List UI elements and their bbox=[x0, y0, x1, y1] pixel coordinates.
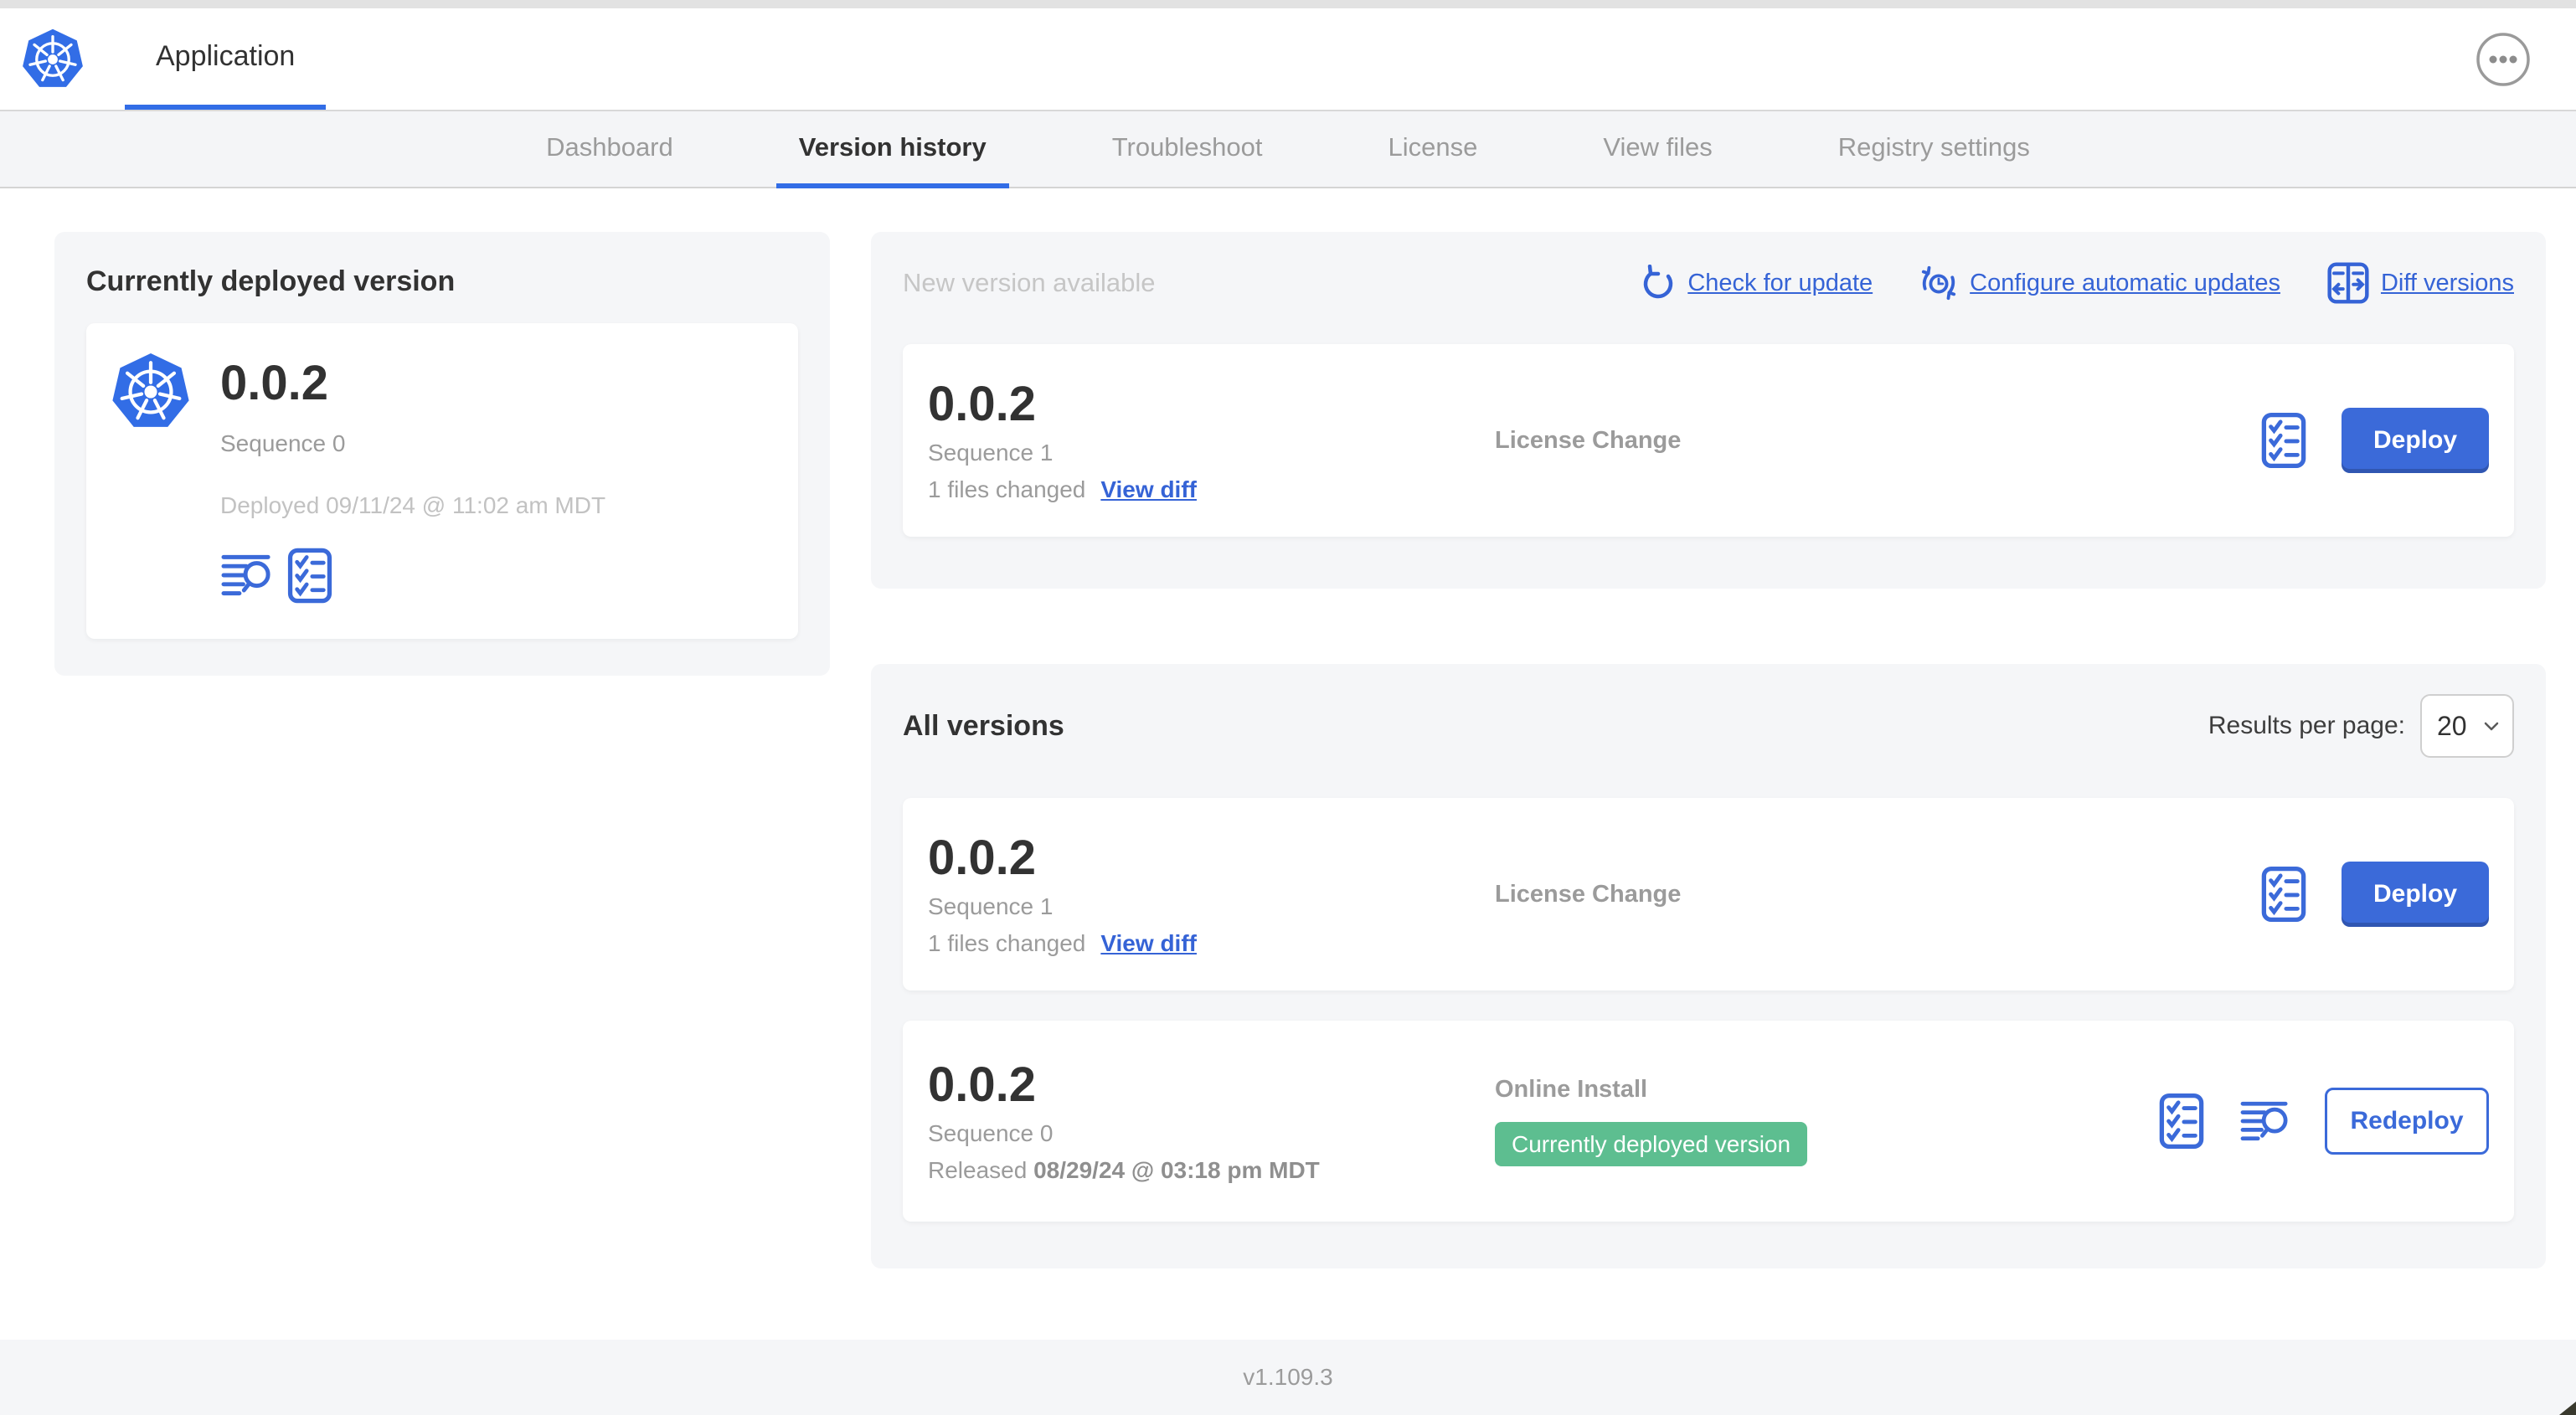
tab-registry-settings[interactable]: Registry settings bbox=[1816, 111, 2053, 188]
preflight-checks-icon-button[interactable] bbox=[2261, 412, 2306, 469]
deployed-icon-row bbox=[220, 548, 605, 604]
released-timestamp: Released 08/29/24 @ 03:18 pm MDT bbox=[928, 1157, 1495, 1184]
right-column: New version available Check for update C… bbox=[871, 232, 2546, 1268]
diff-versions-link[interactable]: Diff versions bbox=[2327, 262, 2514, 304]
view-diff-link[interactable]: View diff bbox=[1100, 930, 1197, 957]
main-content: Currently deployed version 0.0.2 Sequenc… bbox=[0, 188, 2576, 1340]
version-source: License Change bbox=[1495, 880, 1682, 908]
app-footer: v1.109.3 bbox=[0, 1340, 2576, 1415]
admin-console-version: v1.109.3 bbox=[1243, 1364, 1333, 1390]
tab-dashboard[interactable]: Dashboard bbox=[523, 111, 696, 188]
logs-icon-button[interactable] bbox=[2239, 1099, 2290, 1143]
version-source: Online Install Currently deployed versio… bbox=[1495, 1076, 2159, 1167]
version-info: 0.0.2 Sequence 1 1 files changed View di… bbox=[928, 831, 1495, 957]
version-actions: Deploy bbox=[2261, 408, 2489, 473]
logs-icon-button[interactable] bbox=[220, 553, 272, 598]
deployed-panel-title: Currently deployed version bbox=[86, 265, 456, 297]
deployed-version-card: 0.0.2 Sequence 0 Deployed 09/11/24 @ 11:… bbox=[86, 323, 798, 639]
files-changed-label: 1 files changed bbox=[928, 476, 1086, 502]
tab-troubleshoot[interactable]: Troubleshoot bbox=[1090, 111, 1285, 188]
mouse-cursor-artifact bbox=[2559, 1402, 2576, 1415]
currently-deployed-panel: Currently deployed version 0.0.2 Sequenc… bbox=[54, 232, 830, 676]
version-info: 0.0.2 Sequence 1 1 files changed View di… bbox=[928, 378, 1495, 503]
results-per-page-select[interactable]: 20 bbox=[2420, 694, 2514, 758]
diff-icon bbox=[2327, 262, 2369, 304]
preflight-checks-icon-button[interactable] bbox=[2159, 1093, 2204, 1150]
all-versions-panel: All versions Results per page: 20 0.0.2 … bbox=[871, 664, 2546, 1268]
version-actions: Deploy bbox=[2261, 862, 2489, 927]
version-row: 0.0.2 Sequence 0 Released 08/29/24 @ 03:… bbox=[903, 1021, 2514, 1222]
results-per-page-value: 20 bbox=[2437, 710, 2467, 741]
released-date: 08/29/24 @ 03:18 pm MDT bbox=[1033, 1156, 1320, 1183]
refresh-icon bbox=[1639, 265, 1676, 301]
app-tab-label: Application bbox=[156, 40, 296, 72]
kubernetes-logo-icon bbox=[22, 28, 84, 91]
results-per-page-label: Results per page: bbox=[2208, 712, 2405, 739]
version-info: 0.0.2 Sequence 0 Released 08/29/24 @ 03:… bbox=[928, 1058, 1495, 1184]
version-number: 0.0.2 bbox=[928, 1057, 1036, 1113]
update-actions: Check for update Configure automatic upd… bbox=[1639, 262, 2514, 304]
released-prefix: Released bbox=[928, 1156, 1028, 1183]
tab-license[interactable]: License bbox=[1366, 111, 1501, 188]
tab-view-files[interactable]: View files bbox=[1580, 111, 1734, 188]
redeploy-button[interactable]: Redeploy bbox=[2325, 1088, 2489, 1155]
deployed-version-number: 0.0.2 bbox=[220, 356, 328, 410]
tab-version-history[interactable]: Version history bbox=[775, 111, 1009, 188]
version-sequence: Sequence 0 bbox=[928, 1119, 1054, 1146]
new-version-title: New version available bbox=[903, 268, 1156, 297]
kubernetes-logo-icon bbox=[111, 352, 190, 432]
logs-icon bbox=[2239, 1099, 2290, 1143]
version-row: 0.0.2 Sequence 1 1 files changed View di… bbox=[903, 798, 2514, 990]
check-for-update-link[interactable]: Check for update bbox=[1639, 265, 1873, 301]
results-per-page: Results per page: 20 bbox=[2208, 694, 2514, 758]
files-changed-row: 1 files changed View diff bbox=[928, 930, 1495, 957]
app-tab[interactable]: Application bbox=[125, 8, 327, 110]
version-actions: Redeploy bbox=[2159, 1088, 2489, 1155]
preflight-checks-icon-button[interactable] bbox=[287, 548, 332, 604]
version-source: License Change bbox=[1495, 426, 1682, 454]
configure-automatic-updates-link[interactable]: Configure automatic updates bbox=[1919, 264, 2280, 302]
preflight-checks-icon bbox=[287, 548, 332, 604]
app-header: Application bbox=[0, 8, 2576, 111]
top-strip bbox=[0, 0, 2576, 8]
files-changed-row: 1 files changed View diff bbox=[928, 476, 1495, 503]
all-versions-title: All versions bbox=[903, 709, 1064, 742]
preflight-checks-icon bbox=[2261, 866, 2306, 923]
logs-icon bbox=[220, 553, 272, 598]
deployed-version-info: 0.0.2 Sequence 0 Deployed 09/11/24 @ 11:… bbox=[220, 352, 605, 604]
auto-update-clock-icon bbox=[1919, 264, 1958, 302]
all-versions-header: All versions Results per page: 20 bbox=[903, 694, 2514, 758]
view-diff-link[interactable]: View diff bbox=[1100, 476, 1197, 503]
new-version-panel-header: New version available Check for update C… bbox=[903, 262, 2514, 304]
version-number: 0.0.2 bbox=[928, 377, 1036, 432]
diff-versions-label: Diff versions bbox=[2380, 269, 2514, 296]
sub-nav: Dashboard Version history Troubleshoot L… bbox=[0, 111, 2576, 188]
currently-deployed-badge: Currently deployed version bbox=[1495, 1121, 1808, 1167]
version-sequence: Sequence 1 bbox=[928, 893, 1054, 919]
check-for-update-label: Check for update bbox=[1687, 269, 1873, 296]
chevron-down-icon bbox=[2484, 722, 2499, 731]
source-stack: Online Install Currently deployed versio… bbox=[1495, 1076, 2159, 1167]
configure-automatic-updates-label: Configure automatic updates bbox=[1970, 269, 2280, 296]
version-number: 0.0.2 bbox=[928, 831, 1036, 886]
deploy-button[interactable]: Deploy bbox=[2342, 408, 2489, 473]
page-root: Application Dashboard Version history Tr… bbox=[0, 0, 2576, 1415]
files-changed-label: 1 files changed bbox=[928, 929, 1086, 956]
deploy-button[interactable]: Deploy bbox=[2342, 862, 2489, 927]
preflight-checks-icon bbox=[2261, 412, 2306, 469]
new-version-card: 0.0.2 Sequence 1 1 files changed View di… bbox=[903, 344, 2514, 537]
preflight-checks-icon bbox=[2159, 1093, 2204, 1150]
preflight-checks-icon-button[interactable] bbox=[2261, 866, 2306, 923]
ellipsis-icon bbox=[2476, 32, 2531, 87]
ellipsis-menu-button[interactable] bbox=[2476, 32, 2531, 87]
new-version-panel: New version available Check for update C… bbox=[871, 232, 2546, 589]
deployed-sequence: Sequence 0 bbox=[220, 430, 346, 456]
deployed-timestamp: Deployed 09/11/24 @ 11:02 am MDT bbox=[220, 491, 606, 518]
version-sequence: Sequence 1 bbox=[928, 439, 1054, 466]
source-label: Online Install bbox=[1495, 1075, 1648, 1103]
